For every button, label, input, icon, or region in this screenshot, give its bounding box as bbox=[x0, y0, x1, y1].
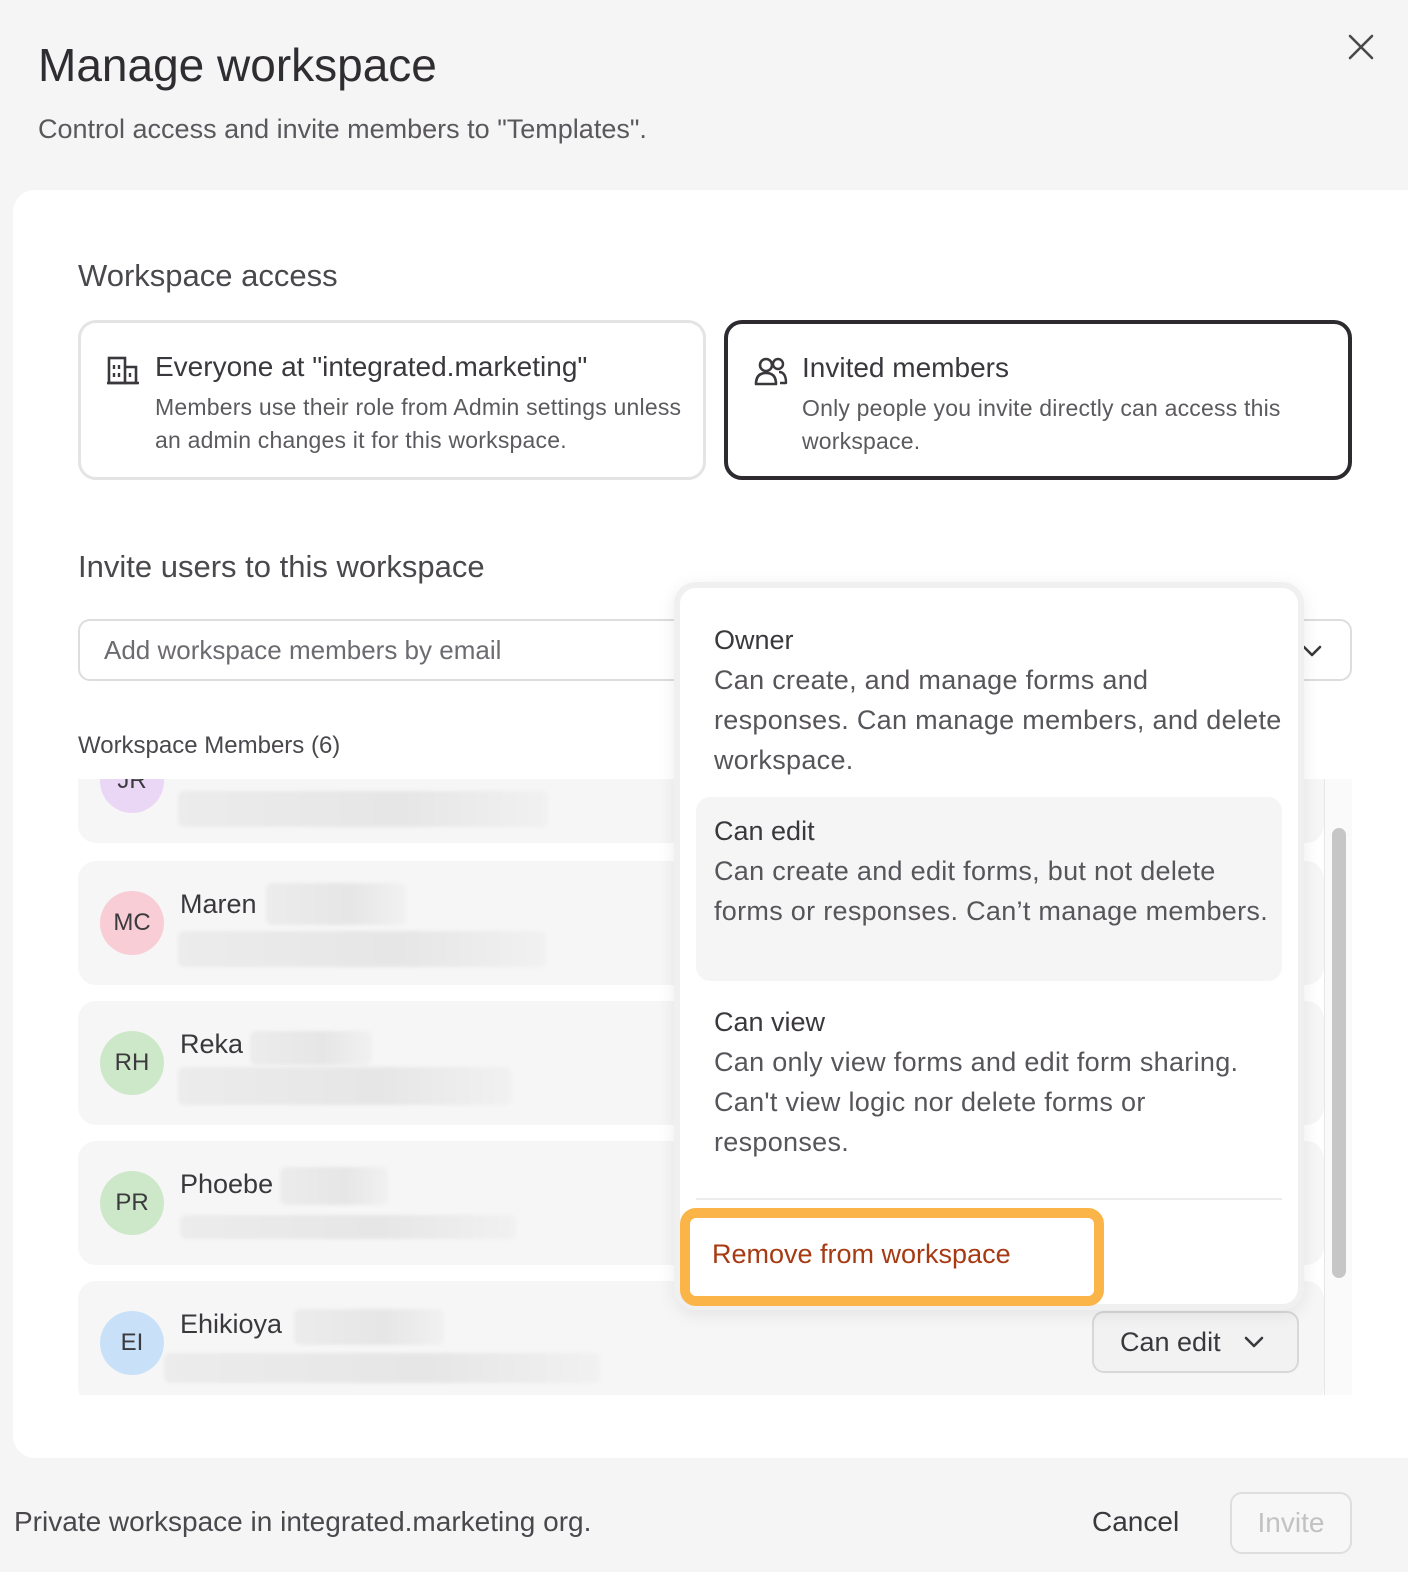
users-icon bbox=[754, 352, 788, 476]
close-icon bbox=[1348, 34, 1374, 60]
chevron-down-icon bbox=[1244, 1336, 1263, 1348]
access-option-description: Only people you invite directly can acce… bbox=[802, 395, 1281, 454]
member-surname-redacted bbox=[250, 1031, 372, 1065]
role-option-description: Can only view forms and edit form sharin… bbox=[714, 1047, 1239, 1157]
member-email-redacted bbox=[178, 791, 548, 827]
role-option-title: Owner bbox=[714, 625, 794, 655]
invite-email-placeholder: Add workspace members by email bbox=[104, 634, 502, 665]
member-email-redacted bbox=[164, 1353, 600, 1383]
avatar: JR bbox=[100, 779, 164, 813]
role-menu-divider bbox=[696, 1198, 1282, 1200]
invite-button[interactable]: Invite bbox=[1230, 1492, 1352, 1554]
role-option-owner[interactable]: Owner Can create, and manage forms and r… bbox=[696, 620, 1282, 780]
member-name: Ehikioya bbox=[180, 1309, 283, 1339]
role-option-description: Can create and edit forms, but not delet… bbox=[714, 856, 1269, 926]
avatar: RH bbox=[100, 1031, 164, 1095]
role-option-can-edit[interactable]: Can edit Can create and edit forms, but … bbox=[696, 797, 1282, 981]
remove-from-workspace-button[interactable]: Remove from workspace bbox=[712, 1239, 1011, 1270]
role-option-title: Can view bbox=[714, 1007, 826, 1037]
invite-heading: Invite users to this workspace bbox=[78, 549, 485, 584]
member-surname-redacted bbox=[294, 1309, 444, 1345]
member-email-redacted bbox=[178, 1067, 512, 1105]
member-email-redacted bbox=[178, 931, 546, 967]
role-option-description: Can create, and manage forms and respons… bbox=[714, 665, 1282, 775]
role-option-title: Can edit bbox=[714, 816, 815, 846]
member-role-dropdown-button[interactable]: Can edit bbox=[1092, 1311, 1299, 1373]
access-option-description: Members use their role from Admin settin… bbox=[155, 394, 682, 453]
member-name: Reka bbox=[180, 1029, 244, 1059]
access-option-invited[interactable]: Invited members Only people you invite d… bbox=[724, 320, 1352, 480]
member-surname-redacted bbox=[266, 883, 406, 925]
access-option-everyone[interactable]: Everyone at "integrated.marketing" Membe… bbox=[78, 320, 706, 480]
member-email-redacted bbox=[180, 1215, 516, 1239]
role-option-can-view[interactable]: Can view Can only view forms and edit fo… bbox=[696, 1002, 1282, 1162]
members-label: Workspace Members (6) bbox=[78, 732, 341, 759]
dialog-title: Manage workspace bbox=[38, 39, 437, 91]
member-name: Phoebe bbox=[180, 1169, 274, 1199]
footer-note: Private workspace in integrated.marketin… bbox=[14, 1506, 592, 1537]
avatar: EI bbox=[100, 1311, 164, 1375]
building-icon bbox=[107, 351, 141, 477]
avatar: MC bbox=[100, 891, 164, 955]
dialog-subtitle: Control access and invite members to "Te… bbox=[38, 114, 647, 144]
cancel-button[interactable]: Cancel bbox=[1092, 1506, 1179, 1538]
member-role-label: Can edit bbox=[1120, 1326, 1221, 1357]
role-menu: Owner Can create, and manage forms and r… bbox=[674, 582, 1304, 1310]
close-button[interactable] bbox=[1340, 26, 1382, 68]
member-name: Maren bbox=[180, 889, 257, 919]
workspace-access-heading: Workspace access bbox=[78, 258, 338, 293]
access-option-title: Everyone at "integrated.marketing" bbox=[155, 351, 588, 382]
member-surname-redacted bbox=[280, 1167, 388, 1205]
access-option-title: Invited members bbox=[802, 352, 1009, 383]
members-scrollbar-thumb[interactable] bbox=[1332, 828, 1346, 1278]
avatar: PR bbox=[100, 1171, 164, 1235]
